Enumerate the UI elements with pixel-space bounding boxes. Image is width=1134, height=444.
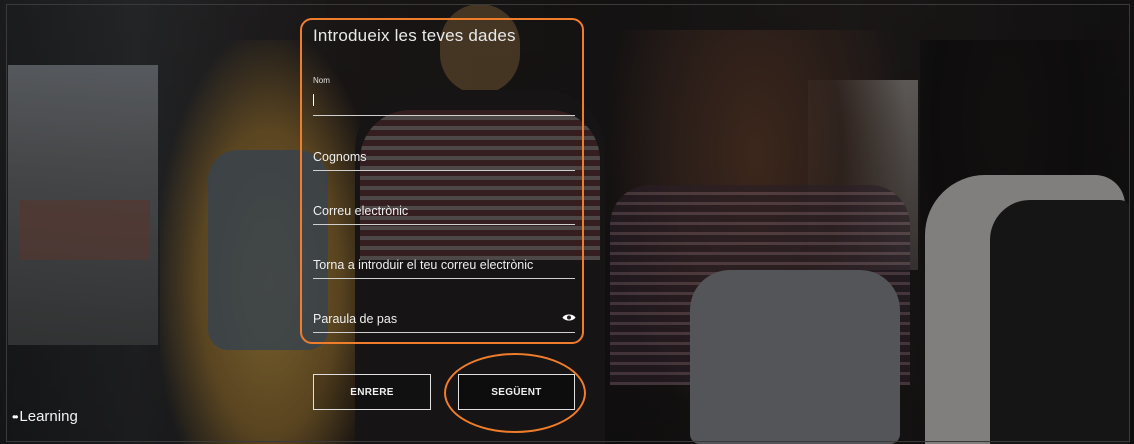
back-button[interactable]: ENRERE <box>313 374 431 410</box>
surname-field[interactable]: Cognoms <box>313 144 575 171</box>
form-title: Introdueix les teves dades <box>313 26 516 45</box>
form-highlight-box <box>300 18 584 344</box>
brand-dots-icon: •• <box>12 409 19 424</box>
brand-logo: •• Learning <box>12 408 78 425</box>
email-confirm-field-label: Torna a introduir el teu correu electròn… <box>313 258 534 272</box>
email-field[interactable]: Correu electrònic <box>313 198 575 225</box>
password-field-label: Paraula de pas <box>313 312 398 326</box>
email-confirm-field[interactable]: Torna a introduir el teu correu electròn… <box>313 252 575 279</box>
brand-text: Learning <box>19 408 78 425</box>
eye-icon[interactable] <box>562 313 576 322</box>
surname-field-label: Cognoms <box>313 150 367 164</box>
name-field-label: Nom <box>313 76 330 85</box>
name-field[interactable] <box>313 90 575 116</box>
next-button-highlight <box>444 353 586 433</box>
email-field-label: Correu electrònic <box>313 204 409 218</box>
password-field[interactable]: Paraula de pas <box>313 308 575 333</box>
